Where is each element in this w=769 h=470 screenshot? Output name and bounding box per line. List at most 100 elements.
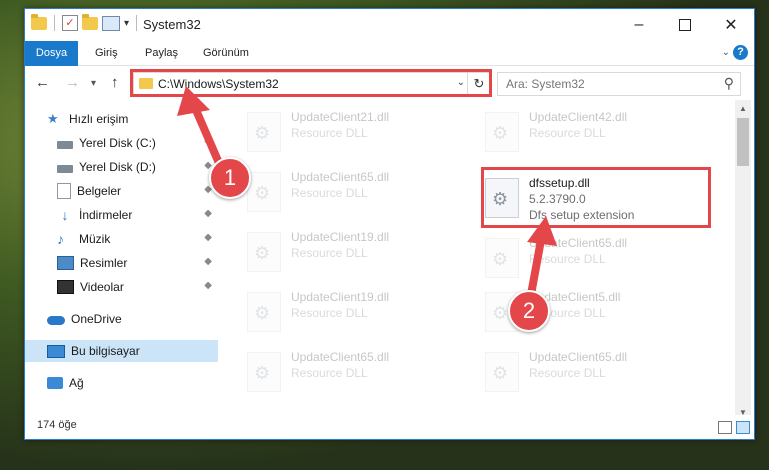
- scrollbar-thumb[interactable]: [737, 118, 749, 166]
- new-folder-icon[interactable]: [82, 13, 98, 30]
- file-description: Resource DLL: [291, 366, 368, 380]
- large-icons-view-icon[interactable]: [736, 421, 750, 434]
- list-item[interactable]: ⚙ UpdateClient65.dll Resource DLL: [479, 232, 699, 284]
- tab-view[interactable]: Görünüm: [203, 41, 249, 65]
- toolbar-divider: [54, 15, 55, 31]
- sidebar-item-this-pc[interactable]: Bu bilgisayar: [25, 340, 218, 362]
- list-item[interactable]: ⚙ UpdateClient19.dll Resource DLL: [241, 226, 461, 278]
- sidebar-item-documents[interactable]: Belgeler ◆: [25, 180, 218, 202]
- drive-icon: [57, 165, 73, 173]
- file-description: Resource DLL: [529, 252, 606, 266]
- file-highlight-box: [481, 167, 711, 228]
- expand-ribbon-icon[interactable]: ⌄: [722, 47, 730, 58]
- file-list: ⚙ UpdateClient21.dll Resource DLL ⚙ Upda…: [221, 100, 735, 403]
- maximize-icon: [679, 19, 691, 31]
- ribbon-tabs: Dosya Giriş Paylaş Görünüm ⌄ ?: [25, 41, 754, 93]
- scroll-up-icon[interactable]: ▲: [739, 104, 747, 113]
- folder-icon: [31, 13, 47, 30]
- toolbar-divider: [136, 15, 138, 31]
- help-icon[interactable]: ?: [733, 45, 748, 60]
- status-bar: 174 öğe: [25, 415, 754, 439]
- properties-icon[interactable]: [102, 15, 120, 31]
- dll-file-icon: ⚙: [485, 352, 519, 392]
- search-input[interactable]: Ara: System32 ⚲: [497, 72, 741, 96]
- details-view-icon[interactable]: [718, 421, 732, 434]
- dll-file-icon: ⚙: [247, 232, 281, 272]
- recent-locations-button[interactable]: ▾: [91, 78, 96, 89]
- dll-file-icon: ⚙: [485, 238, 519, 278]
- pin-icon[interactable]: ◆: [204, 232, 212, 243]
- file-name: UpdateClient65.dll: [291, 170, 390, 184]
- documents-icon: [57, 183, 71, 199]
- navigation-pane: ★ Hızlı erişim Yerel Disk (C:) ◆ Yerel D…: [25, 100, 218, 403]
- file-description: Resource DLL: [529, 366, 606, 380]
- sidebar-item-pictures[interactable]: Resimler ◆: [25, 252, 218, 274]
- file-name: UpdateClient19.dll: [291, 290, 390, 304]
- sidebar-item-music[interactable]: ♪ Müzik ◆: [25, 228, 218, 250]
- tab-share[interactable]: Paylaş: [145, 41, 178, 65]
- list-item[interactable]: ⚙ UpdateClient21.dll Resource DLL: [241, 106, 461, 158]
- minimize-button[interactable]: –: [616, 9, 662, 41]
- address-highlight-box: [130, 69, 492, 97]
- pin-icon[interactable]: ◆: [204, 208, 212, 219]
- quick-access-toolbar: ✓ ▾: [31, 13, 140, 31]
- maximize-button[interactable]: [662, 9, 708, 41]
- step-badge-1: 1: [209, 157, 251, 199]
- pin-icon[interactable]: ◆: [204, 256, 212, 267]
- dll-file-icon: ⚙: [247, 172, 281, 212]
- file-description: Resource DLL: [291, 246, 368, 260]
- step-badge-2: 2: [508, 290, 550, 332]
- computer-icon: [47, 344, 65, 358]
- back-button[interactable]: ←: [35, 74, 50, 91]
- file-description: Resource DLL: [291, 126, 368, 140]
- sidebar-item-local-disk-d[interactable]: Yerel Disk (D:) ◆: [25, 156, 218, 178]
- window-title: System32: [143, 17, 201, 32]
- file-description: Resource DLL: [291, 306, 368, 320]
- sidebar-item-network[interactable]: Ağ: [25, 372, 218, 394]
- cloud-icon: [47, 316, 65, 325]
- file-name: UpdateClient65.dll: [529, 350, 628, 364]
- list-item[interactable]: ⚙ UpdateClient42.dll Resource DLL: [479, 106, 699, 158]
- sidebar-item-label: Belgeler: [77, 184, 122, 198]
- file-name: UpdateClient65.dll: [291, 350, 390, 364]
- sidebar-item-local-disk-c[interactable]: Yerel Disk (C:) ◆: [25, 132, 218, 154]
- dll-file-icon: ⚙: [485, 112, 519, 152]
- sidebar-item-label: Resimler: [80, 256, 128, 270]
- network-icon: [47, 377, 63, 389]
- star-icon: ★: [47, 111, 59, 126]
- list-item[interactable]: ⚙ UpdateClient65.dll Resource DLL: [241, 346, 461, 398]
- file-name: UpdateClient21.dll: [291, 110, 390, 124]
- file-description: Resource DLL: [529, 126, 606, 140]
- pin-icon[interactable]: ◆: [204, 280, 212, 291]
- dll-file-icon: ⚙: [247, 112, 281, 152]
- file-name: UpdateClient65.dll: [529, 236, 628, 250]
- checkmark-icon[interactable]: ✓: [62, 15, 78, 31]
- sidebar-item-onedrive[interactable]: OneDrive: [25, 308, 218, 330]
- sidebar-item-label: Ağ: [69, 376, 84, 390]
- videos-icon: [57, 280, 74, 294]
- sidebar-item-label: Bu bilgisayar: [71, 344, 140, 358]
- title-bar: ✓ ▾ System32 – ✕: [25, 9, 754, 41]
- tab-home[interactable]: Giriş: [95, 41, 118, 65]
- list-item[interactable]: ⚙ UpdateClient65.dll Resource DLL: [241, 166, 461, 218]
- file-description: Resource DLL: [291, 186, 368, 200]
- sidebar-item-quick-access[interactable]: ★ Hızlı erişim: [25, 108, 218, 130]
- forward-button[interactable]: →: [65, 74, 80, 91]
- vertical-scrollbar[interactable]: ▲ ▼: [735, 100, 751, 421]
- sidebar-item-label: Yerel Disk (C:): [79, 136, 156, 150]
- up-button[interactable]: ↑: [111, 74, 119, 91]
- list-item[interactable]: ⚙ UpdateClient19.dll Resource DLL: [241, 286, 461, 338]
- sidebar-item-label: Videolar: [80, 280, 124, 294]
- chevron-down-icon[interactable]: ▾: [124, 18, 129, 29]
- search-icon: ⚲: [723, 75, 734, 91]
- close-button[interactable]: ✕: [708, 9, 754, 41]
- music-icon: ♪: [57, 231, 64, 247]
- list-item[interactable]: ⚙ UpdateClient65.dll Resource DLL: [479, 346, 699, 398]
- file-name: UpdateClient19.dll: [291, 230, 390, 244]
- pictures-icon: [57, 256, 74, 270]
- sidebar-item-downloads[interactable]: ↓ İndirmeler ◆: [25, 204, 218, 226]
- sidebar-item-videos[interactable]: Videolar ◆: [25, 276, 218, 298]
- pin-icon[interactable]: ◆: [204, 136, 212, 147]
- file-name: UpdateClient42.dll: [529, 110, 628, 124]
- file-explorer-window: ✓ ▾ System32 – ✕ Dosya Giriş Paylaş Görü…: [24, 8, 755, 440]
